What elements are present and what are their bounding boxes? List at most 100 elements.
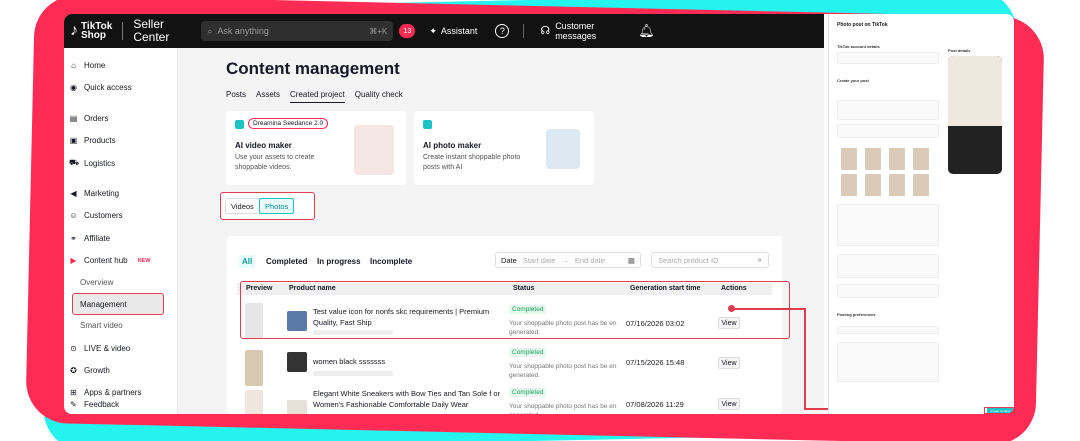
customer-line2: messages bbox=[555, 31, 597, 41]
ai-video-maker-card[interactable]: Dreamina Seedance 2.0 AI video maker Use… bbox=[226, 111, 406, 185]
sidebar-item-content-hub[interactable]: ▶ Content hub NEW bbox=[69, 256, 150, 265]
sidebar-item-quick-access[interactable]: ◉ Quick access bbox=[69, 83, 132, 92]
bell-icon[interactable]: 🔔︎ bbox=[638, 23, 655, 39]
app-name-line1: Seller bbox=[133, 17, 164, 31]
sidebar-item-customers[interactable]: ☺ Customers bbox=[69, 211, 123, 220]
quick-access-icon: ◉ bbox=[70, 83, 77, 92]
filter-completed[interactable]: Completed bbox=[266, 257, 307, 266]
card-title: AI photo maker bbox=[423, 141, 482, 150]
sidebar-item-live-video[interactable]: ⊙ LIVE & video bbox=[69, 344, 130, 353]
photo-thumb[interactable] bbox=[865, 174, 881, 196]
generation-time: 07/08/2026 11:29 bbox=[626, 400, 684, 409]
photo-thumb[interactable] bbox=[889, 148, 905, 170]
live-icon: ⊙ bbox=[70, 344, 77, 353]
tiktok-note-icon: ♪ bbox=[70, 22, 78, 39]
description-textarea[interactable] bbox=[837, 204, 939, 246]
create-post-label: Create your post bbox=[837, 78, 869, 83]
photo-thumb[interactable] bbox=[913, 174, 929, 196]
status-description: Your shoppable photo post has be en gene… bbox=[509, 320, 617, 336]
view-button[interactable]: View bbox=[718, 317, 740, 329]
product-id-search-input[interactable]: Search product ID ⌕ bbox=[651, 252, 769, 268]
sidebar-item-label: Home bbox=[84, 61, 106, 70]
feedback-icon: ✎ bbox=[70, 400, 77, 409]
sidebar-item-feedback[interactable]: ✎ Feedback bbox=[69, 400, 119, 409]
video-card-illustration bbox=[354, 125, 394, 175]
product-id-redacted bbox=[313, 371, 393, 376]
sidebar-subitem-smart-video[interactable]: Smart video bbox=[80, 321, 123, 330]
preview-thumbnail[interactable] bbox=[245, 350, 263, 386]
link-options[interactable] bbox=[837, 100, 939, 120]
photo-thumb[interactable] bbox=[865, 148, 881, 170]
photo-thumb[interactable] bbox=[841, 174, 857, 196]
photo-thumb[interactable] bbox=[889, 174, 905, 196]
card-description: Create instant shoppable photo posts wit… bbox=[423, 154, 521, 171]
sidebar-item-label: LIVE & video bbox=[84, 344, 131, 353]
posting-preferences-label: Posting preferences bbox=[837, 312, 876, 317]
notification-count-badge[interactable]: 13 bbox=[399, 24, 416, 38]
filter-all[interactable]: All bbox=[239, 255, 256, 268]
status-description: Your shoppable photo post has be en gene… bbox=[509, 403, 617, 414]
calendar-icon: ▦ bbox=[627, 255, 635, 265]
date-arrow: → bbox=[561, 255, 569, 265]
brand-line2: Shop bbox=[81, 30, 106, 41]
filter-in-progress[interactable]: In progress bbox=[317, 257, 361, 266]
view-button[interactable]: View bbox=[718, 357, 740, 369]
tab-assets[interactable]: Assets bbox=[256, 90, 280, 103]
top-bar: ♪ TikTok Shop Seller Center ⌕ Ask anything… bbox=[64, 14, 824, 48]
view-button[interactable]: View bbox=[718, 398, 740, 410]
content-tabs: Posts Assets Created project Quality che… bbox=[226, 90, 403, 103]
main-content: Content management Posts Assets Created … bbox=[178, 48, 824, 414]
sidebar-item-label: Management bbox=[80, 299, 127, 309]
assistant-label: Assistant bbox=[440, 26, 478, 36]
photo-card-illustration bbox=[546, 129, 580, 169]
card-description: Use your assets to create shoppable vide… bbox=[235, 154, 315, 171]
global-search-input[interactable]: ⌕ Ask anything ⌘+K bbox=[201, 21, 394, 41]
hashtags-field[interactable] bbox=[837, 254, 939, 278]
sidebar: ⌂ Home ◉ Quick access ▤ Orders ▣ Products ⛟ L… bbox=[64, 48, 178, 414]
customer-messages-button[interactable]: ☊ Customer messages bbox=[540, 21, 596, 41]
filter-incomplete[interactable]: Incomplete bbox=[370, 257, 412, 266]
sidebar-item-label: Affiliate bbox=[84, 234, 111, 243]
sidebar-item-apps-partners[interactable]: ⊞ Apps & partners bbox=[69, 388, 141, 397]
sidebar-item-growth[interactable]: ✪ Growth bbox=[69, 366, 110, 375]
preview-thumbnail[interactable] bbox=[245, 303, 263, 339]
tab-quality-check[interactable]: Quality check bbox=[355, 90, 403, 103]
photo-thumb[interactable] bbox=[913, 148, 929, 170]
ai-photo-maker-card[interactable]: AI photo maker Create instant shoppable … bbox=[414, 111, 594, 185]
affiliate-icon: ⚭ bbox=[70, 234, 77, 243]
tab-created-project[interactable]: Created project bbox=[290, 90, 345, 103]
linked-product[interactable] bbox=[837, 124, 939, 138]
assistant-button[interactable]: ✦ Assistant bbox=[429, 26, 477, 37]
sidebar-subitem-overview[interactable]: Overview bbox=[80, 278, 113, 287]
photos-toggle[interactable]: Photos bbox=[259, 198, 295, 214]
sidebar-item-products[interactable]: ▣ Products bbox=[69, 136, 116, 145]
sidebar-subitem-management[interactable]: Management bbox=[72, 293, 164, 315]
sidebar-item-logistics[interactable]: ⛟ Logistics bbox=[69, 158, 115, 168]
preview-thumbnail[interactable] bbox=[245, 390, 263, 414]
product-id-redacted bbox=[313, 330, 393, 335]
account-selector[interactable] bbox=[837, 52, 939, 64]
music-field[interactable] bbox=[837, 284, 939, 298]
posting-options[interactable] bbox=[837, 342, 939, 382]
sidebar-item-affiliate[interactable]: ⚭ Affiliate bbox=[69, 234, 110, 243]
sidebar-item-home[interactable]: ⌂ Home bbox=[69, 61, 105, 70]
truck-icon: ⛟ bbox=[69, 158, 80, 167]
status-badge: Completed bbox=[509, 388, 547, 397]
status-badge: Completed bbox=[509, 305, 547, 314]
play-icon: ▶ bbox=[70, 256, 77, 265]
date-range-picker[interactable]: Date Start date → End date ▦ bbox=[495, 252, 641, 268]
sidebar-item-orders[interactable]: ▤ Orders bbox=[69, 114, 109, 123]
sidebar-item-marketing[interactable]: ◀ Marketing bbox=[69, 189, 119, 198]
videos-toggle[interactable]: Videos bbox=[225, 198, 260, 214]
tiktok-shop-logo[interactable]: ♪ TikTok Shop Seller Center bbox=[70, 18, 169, 44]
table-row: Test value icon for nonfs skc requiremen… bbox=[237, 299, 772, 343]
preview-image bbox=[948, 56, 1002, 126]
sparkle-icon: ✦ bbox=[429, 25, 437, 36]
photo-thumb[interactable] bbox=[841, 148, 857, 170]
sidebar-item-label: Customers bbox=[84, 211, 123, 220]
help-icon[interactable]: ? bbox=[495, 24, 510, 38]
table-row: Elegant White Sneakers with Bow Ties and… bbox=[237, 386, 772, 414]
audience-select[interactable] bbox=[837, 326, 939, 334]
column-preview: Preview bbox=[246, 285, 273, 292]
tab-posts[interactable]: Posts bbox=[226, 90, 246, 103]
